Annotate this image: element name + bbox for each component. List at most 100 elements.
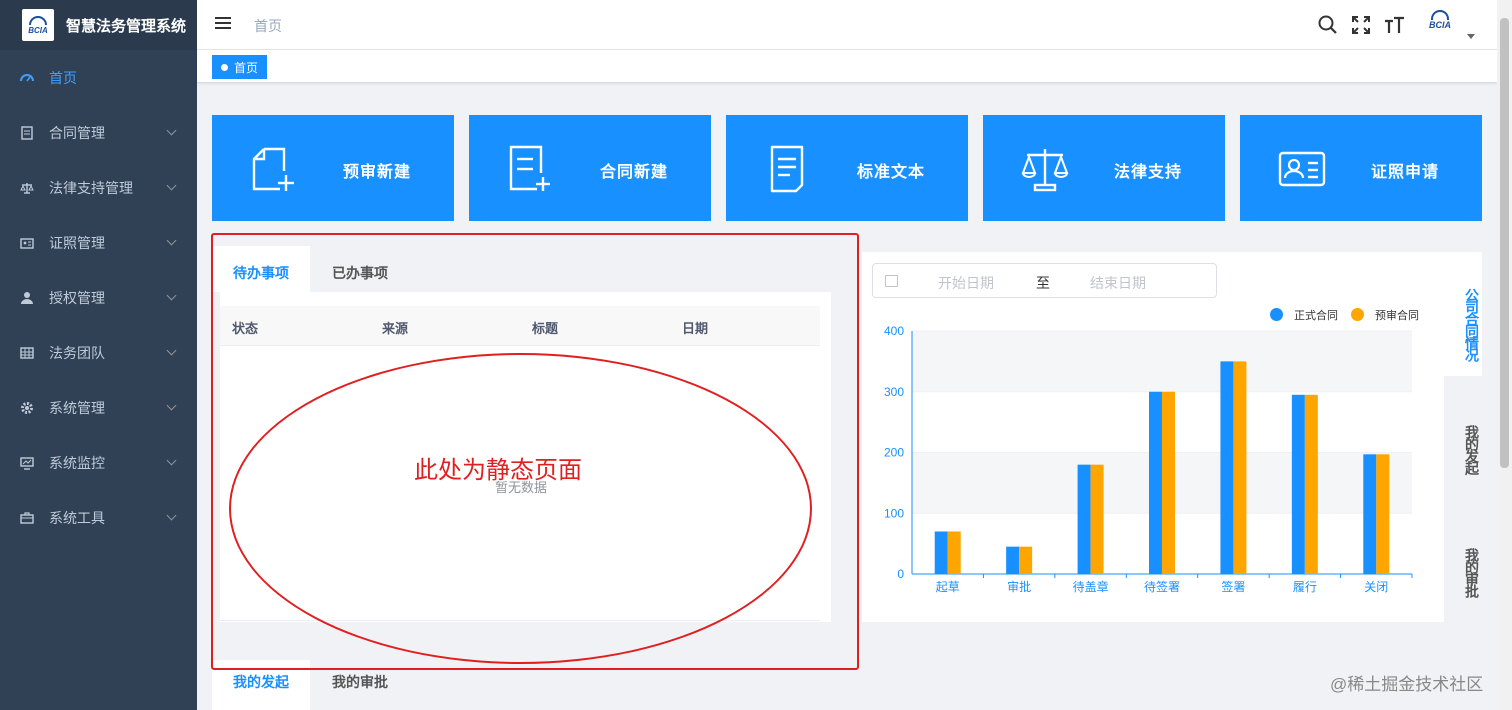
table-icon: [20, 346, 34, 360]
chevron-down-icon: [166, 400, 177, 411]
bar: [1376, 454, 1390, 574]
grid-band: [912, 452, 1412, 514]
scrollbar[interactable]: [1497, 0, 1512, 710]
quick-card-label: 证照申请: [1371, 164, 1440, 181]
sidebar-item-label: 系统工具: [49, 509, 105, 526]
sidebar-item[interactable]: 系统工具: [0, 490, 197, 545]
sidebar-menu: 首页合同管理法律支持管理证照管理授权管理法务团队系统管理系统监控系统工具: [0, 50, 197, 545]
sidebar-item[interactable]: 合同管理: [0, 105, 197, 160]
sidebar-item-label: 授权管理: [49, 289, 105, 306]
sidebar: BCIA 智慧法务管理系统 首页合同管理法律支持管理证照管理授权管理法务团队系统…: [0, 0, 197, 710]
bar: [1149, 391, 1162, 574]
logo: BCIA: [22, 9, 54, 41]
y-tick-label: 100: [884, 506, 904, 520]
sidebar-item[interactable]: 法律支持管理: [0, 160, 197, 215]
tag-home[interactable]: 首页: [212, 55, 268, 79]
id-card-icon: [1278, 145, 1326, 193]
logo-row: BCIA 智慧法务管理系统: [0, 0, 197, 50]
font-size-icon[interactable]: [1383, 14, 1405, 36]
annotation-text: 此处为静态页面: [414, 457, 582, 484]
toolbox-icon: [20, 511, 34, 525]
x-tick-label: 签署: [1221, 579, 1245, 594]
legend-label: 正式合同: [1294, 310, 1338, 322]
search-icon[interactable]: [1317, 14, 1339, 36]
tags-view: 首页: [197, 50, 1497, 83]
breadcrumb: 首页: [254, 18, 282, 34]
sidebar-item-label: 法务团队: [49, 344, 105, 361]
sidebar-item-label: 首页: [49, 69, 77, 86]
date-separator: 至: [1036, 275, 1050, 291]
standard-text-icon: [764, 145, 812, 193]
sidebar-item[interactable]: 系统监控: [0, 435, 197, 490]
date-range-picker[interactable]: 开始日期 至 结束日期: [872, 263, 1217, 298]
quick-card[interactable]: 证照申请: [1240, 115, 1482, 221]
sidebar-item[interactable]: 首页: [0, 50, 197, 105]
sidebar-item-label: 系统管理: [49, 399, 105, 416]
chevron-down-icon[interactable]: [1467, 34, 1475, 39]
scroll-thumb[interactable]: [1500, 18, 1509, 468]
scale-icon: [1021, 145, 1069, 193]
chevron-down-icon: [166, 510, 177, 521]
side-tab-approval[interactable]: 我的审批: [1442, 512, 1482, 612]
end-date-input[interactable]: 结束日期: [1090, 273, 1146, 293]
x-tick-label: 关闭: [1364, 580, 1388, 594]
sidebar-item-label: 法律支持管理: [49, 179, 133, 196]
chevron-down-icon: [166, 125, 177, 136]
calendar-icon: [885, 275, 898, 287]
chevron-down-icon: [166, 290, 177, 301]
avatar[interactable]: BCIA: [1426, 10, 1454, 42]
bar: [1019, 546, 1033, 574]
quick-card[interactable]: 法律支持: [983, 115, 1225, 221]
quick-card[interactable]: 合同新建: [469, 115, 711, 221]
legend-swatch: [1351, 308, 1364, 321]
sidebar-item[interactable]: 证照管理: [0, 215, 197, 270]
monitor-icon: [20, 456, 34, 470]
tab-my-approval[interactable]: 我的审批: [332, 672, 388, 692]
header: 首页 BCIA: [197, 0, 1497, 50]
y-tick-label: 400: [884, 324, 904, 338]
id-card-icon: [20, 236, 34, 250]
y-tick-label: 0: [897, 567, 904, 581]
bar: [1077, 464, 1091, 574]
watermark: @稀土掘金技术社区: [1330, 675, 1484, 694]
bar: [1363, 454, 1377, 574]
scale-icon: [20, 181, 34, 195]
bar: [947, 531, 961, 574]
sidebar-item-label: 系统监控: [49, 454, 105, 471]
quick-card[interactable]: 标准文本: [726, 115, 968, 221]
bar: [1291, 394, 1305, 574]
x-tick-label: 审批: [1007, 579, 1031, 594]
side-tab-initiated[interactable]: 我的发起: [1442, 389, 1482, 489]
quick-card-label: 合同新建: [600, 164, 669, 181]
quick-card-label: 预审新建: [343, 164, 412, 181]
new-file-icon: [250, 145, 298, 193]
bar: [1162, 391, 1175, 574]
legend-label: 预审合同: [1375, 310, 1419, 322]
dot-icon: [221, 63, 228, 71]
grid-band: [912, 331, 1412, 392]
y-tick-label: 300: [884, 385, 904, 399]
sidebar-item[interactable]: 授权管理: [0, 270, 197, 325]
bar: [1090, 464, 1104, 574]
document-icon: [20, 125, 34, 140]
hamburger-icon[interactable]: [215, 17, 231, 31]
side-tab-company[interactable]: 公司合同情况: [1442, 252, 1482, 376]
quick-card[interactable]: 预审新建: [212, 115, 454, 221]
bar: [1006, 546, 1020, 574]
chevron-down-icon: [166, 455, 177, 466]
new-contract-icon: [507, 145, 555, 193]
chevron-down-icon: [166, 180, 177, 191]
sidebar-item[interactable]: 法务团队: [0, 325, 197, 380]
x-tick-label: 起草: [936, 580, 960, 594]
dashboard-icon: [20, 71, 34, 85]
chevron-down-icon: [166, 345, 177, 356]
start-date-input[interactable]: 开始日期: [938, 273, 994, 293]
quick-card-label: 法律支持: [1114, 164, 1183, 181]
fullscreen-icon[interactable]: [1350, 14, 1372, 36]
annotation-ellipse: [229, 353, 812, 664]
bar: [1220, 361, 1234, 574]
sidebar-item[interactable]: 系统管理: [0, 380, 197, 435]
x-tick-label: 待盖章: [1073, 579, 1109, 594]
bar: [1233, 361, 1247, 574]
chart-panel: 开始日期 至 结束日期 正式合同 预审合同 0 100 200 300 400 起草 审批 待…: [862, 252, 1444, 622]
